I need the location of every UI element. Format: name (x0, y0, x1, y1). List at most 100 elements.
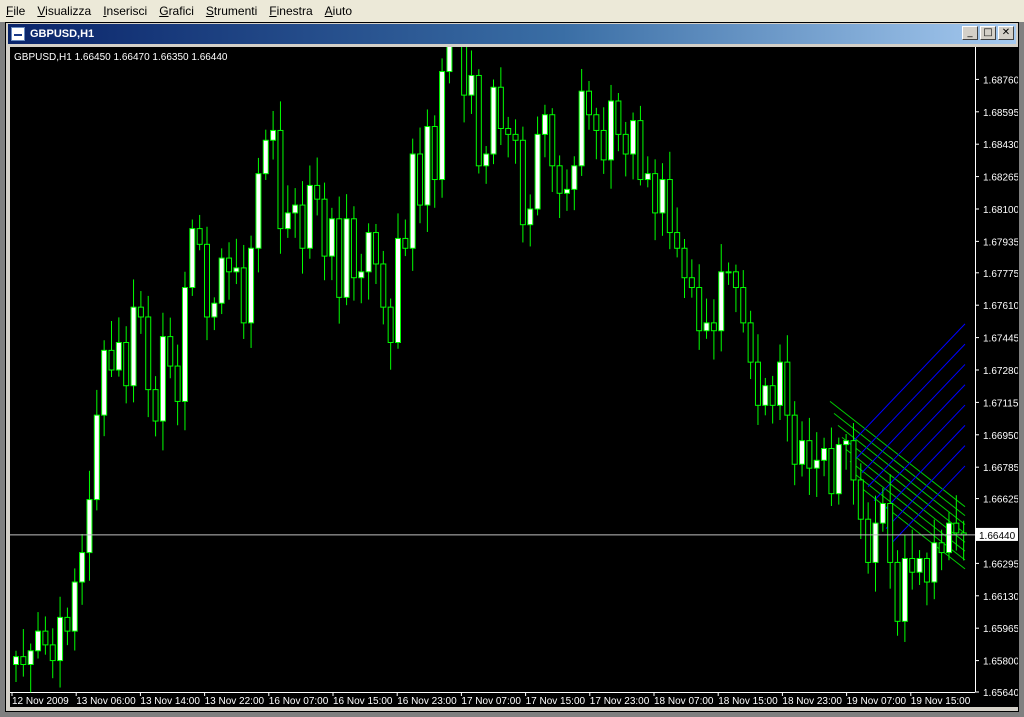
price-tick-label: 1.67935 (983, 237, 1018, 248)
candle-body (336, 218, 343, 298)
candle-body (431, 126, 438, 181)
menu-aiuto[interactable]: Aiuto (319, 0, 358, 22)
candle-body (64, 616, 71, 632)
candle-body (211, 302, 218, 318)
time-tick-label: 17 Nov 23:00 (590, 696, 650, 707)
candle-body (402, 237, 409, 249)
menu-visualizza[interactable]: Visualizza (31, 0, 97, 22)
price-tick-label: 1.68595 (983, 108, 1018, 119)
candle-body (27, 650, 34, 666)
candle-body (123, 342, 130, 387)
candle-body (395, 237, 401, 344)
candle-body (417, 153, 424, 206)
time-tick-label: 16 Nov 07:00 (269, 696, 329, 707)
candle-body (262, 139, 269, 175)
candle-body (372, 232, 379, 265)
candle-body (879, 503, 886, 524)
menu-file[interactable]: File (0, 0, 31, 22)
price-tick-label: 1.68430 (983, 140, 1018, 151)
menu-inserisci[interactable]: Inserisci (97, 0, 153, 22)
candle-body (174, 365, 181, 402)
candle-body (35, 630, 42, 652)
candle-body (277, 129, 284, 230)
close-button[interactable]: ✕ (998, 26, 1014, 40)
candle-body (512, 133, 519, 141)
candle-body (534, 133, 541, 210)
chart-info-label: GBPUSD,H1 1.66450 1.66470 1.66350 1.6644… (14, 52, 228, 63)
candle-body (527, 208, 534, 226)
candle-body (762, 385, 769, 406)
time-tick-label: 18 Nov 23:00 (782, 696, 842, 707)
menu-strumenti[interactable]: Strumenti (200, 0, 263, 22)
candle-body (843, 440, 850, 446)
candle-body (909, 557, 916, 573)
candle-body (306, 184, 313, 249)
time-tick-label: 13 Nov 22:00 (205, 696, 265, 707)
candle-body (137, 306, 144, 318)
candle-body (350, 218, 357, 279)
candle-body (894, 561, 901, 622)
candle-body (226, 257, 233, 273)
price-tick-label: 1.68265 (983, 173, 1018, 184)
candle-body (784, 361, 791, 416)
candle-body (541, 114, 548, 135)
candle-body (93, 414, 100, 501)
candle-body (505, 127, 512, 135)
minimize-button[interactable]: _ (962, 26, 978, 40)
candle-body (130, 306, 137, 387)
menu-grafici[interactable]: Grafici (153, 0, 200, 22)
price-tick-label: 1.66295 (983, 559, 1018, 570)
candle-body (652, 173, 659, 214)
candle-body (468, 74, 475, 96)
time-tick-label: 16 Nov 15:00 (333, 696, 393, 707)
time-tick-label: 16 Nov 23:00 (397, 696, 457, 707)
candle-body (167, 336, 174, 367)
candle-body (42, 630, 49, 646)
price-tick-label: 1.67115 (983, 398, 1018, 409)
time-tick-label: 18 Nov 15:00 (718, 696, 778, 707)
candle-body (865, 518, 872, 563)
candle-body (248, 247, 255, 324)
price-tick-label: 1.65640 (983, 688, 1018, 699)
maximize-button[interactable]: □ (980, 26, 996, 40)
candle-body (387, 306, 394, 344)
candle-body (850, 440, 857, 481)
window-title: GBPUSD,H1 (30, 28, 95, 40)
candle-body (556, 165, 563, 194)
candle-body (887, 503, 894, 563)
candle-body (857, 479, 864, 520)
menu-finestra[interactable]: Finestra (263, 0, 318, 22)
price-tick-label: 1.67775 (983, 269, 1018, 280)
candle-body (600, 129, 607, 161)
candle-body (835, 444, 842, 495)
candle-body (644, 173, 651, 181)
time-tick-label: 19 Nov 07:00 (847, 696, 907, 707)
candle-body (240, 267, 247, 324)
price-tick-label: 1.68100 (983, 205, 1018, 216)
candle-body (938, 542, 945, 554)
price-tick-label: 1.67280 (983, 366, 1018, 377)
candle-body (725, 271, 732, 274)
candle-body (718, 271, 725, 332)
candle-body (681, 247, 688, 279)
time-tick-label: 12 Nov 2009 (12, 696, 69, 707)
window-titlebar[interactable]: GBPUSD,H1 _ □ ✕ (8, 24, 1016, 44)
candle-body (189, 228, 196, 289)
candle-body (813, 459, 820, 469)
price-tick-label: 1.65965 (983, 624, 1018, 635)
candle-body (901, 557, 908, 622)
price-tick-label: 1.67610 (983, 301, 1018, 312)
candle-body (696, 287, 703, 332)
price-tick-label: 1.66950 (983, 431, 1018, 442)
candle-body (608, 100, 615, 161)
candle-body (299, 204, 306, 249)
candle-body (710, 322, 717, 332)
candle-body (688, 277, 695, 289)
candle-body (703, 322, 710, 332)
window-controls: _ □ ✕ (960, 26, 1014, 40)
price-chart[interactable]: GBPUSD,H1 1.66450 1.66470 1.66350 1.6644… (10, 47, 1018, 707)
candle-body (20, 656, 27, 666)
candle-body (159, 336, 166, 422)
candle-body (49, 644, 56, 662)
candle-body (365, 232, 372, 273)
